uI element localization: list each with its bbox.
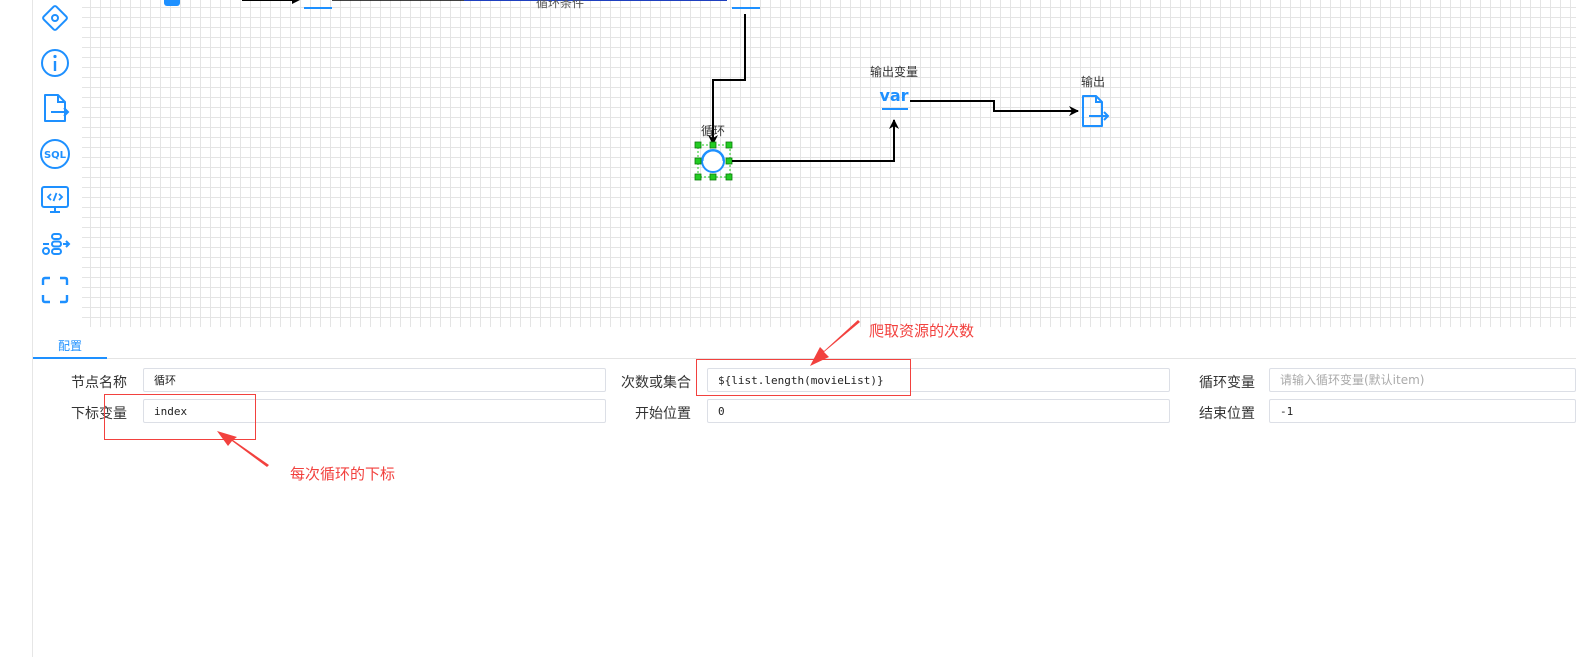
end-label: 结束位置 — [1199, 406, 1255, 422]
loop-node[interactable] — [694, 141, 733, 181]
frame-tool[interactable] — [37, 272, 73, 308]
loop-var-label: 循环变量 — [1199, 375, 1255, 391]
info-icon — [41, 49, 69, 77]
count-input[interactable] — [707, 368, 1170, 392]
output-var-node[interactable]: var — [879, 86, 909, 110]
start-input[interactable] — [707, 399, 1170, 423]
tab-bar: 配置 — [33, 334, 1576, 359]
start-node-partial[interactable] — [164, 0, 180, 6]
loop-node-label: 循环 — [700, 124, 726, 138]
node-name-input[interactable] — [143, 368, 606, 392]
svg-text:SQL: SQL — [44, 150, 67, 161]
file-export-icon — [1082, 95, 1103, 127]
script-tool[interactable] — [37, 181, 73, 217]
loop-var-input[interactable] — [1269, 368, 1576, 392]
loop-chain-icon — [42, 233, 71, 255]
output-tool[interactable] — [37, 90, 73, 126]
shape-toolbar: SQL — [0, 0, 80, 327]
count-label: 次数或集合 — [621, 375, 691, 391]
diamond-icon — [42, 5, 68, 31]
flow-diagram: var — [164, 0, 1110, 181]
index-input[interactable] — [143, 399, 606, 423]
flow-canvas[interactable]: var 循环条件 循环 输出变量 输出 — [82, 0, 1576, 327]
index-label: 下标变量 — [71, 406, 127, 422]
output-node-label: 输出 — [1080, 75, 1106, 89]
output-node[interactable] — [1082, 95, 1110, 127]
corner-frame-icon — [41, 276, 69, 304]
info-tool[interactable] — [37, 45, 73, 81]
loop-circle-icon — [701, 149, 725, 173]
code-monitor-icon — [41, 186, 69, 213]
diamond-condition-tool[interactable] — [37, 0, 73, 36]
tab-config[interactable]: 配置 — [33, 334, 107, 359]
loop-tool[interactable] — [37, 226, 73, 262]
node-name-label: 节点名称 — [71, 375, 127, 391]
loop-condition-label: 循环条件 — [535, 0, 585, 10]
annotation-index-note: 每次循环的下标 — [290, 465, 396, 483]
annotation-count-note: 爬取资源的次数 — [869, 322, 975, 340]
edge-var-to-output[interactable] — [910, 100, 1079, 116]
output-var-node-label: 输出变量 — [869, 65, 919, 79]
start-label: 开始位置 — [635, 406, 691, 422]
end-input[interactable] — [1269, 399, 1576, 423]
sql-tool[interactable]: SQL — [37, 136, 73, 172]
config-panel: 配置 节点名称 次数或集合 循环变量 下标变量 开始位置 结束位置 — [33, 327, 1576, 657]
edge-arrowhead — [292, 0, 300, 4]
sql-icon: SQL — [40, 139, 70, 169]
var-text-icon: var — [879, 86, 908, 105]
file-export-icon — [44, 94, 70, 122]
edge-loop-to-var[interactable] — [732, 119, 899, 162]
